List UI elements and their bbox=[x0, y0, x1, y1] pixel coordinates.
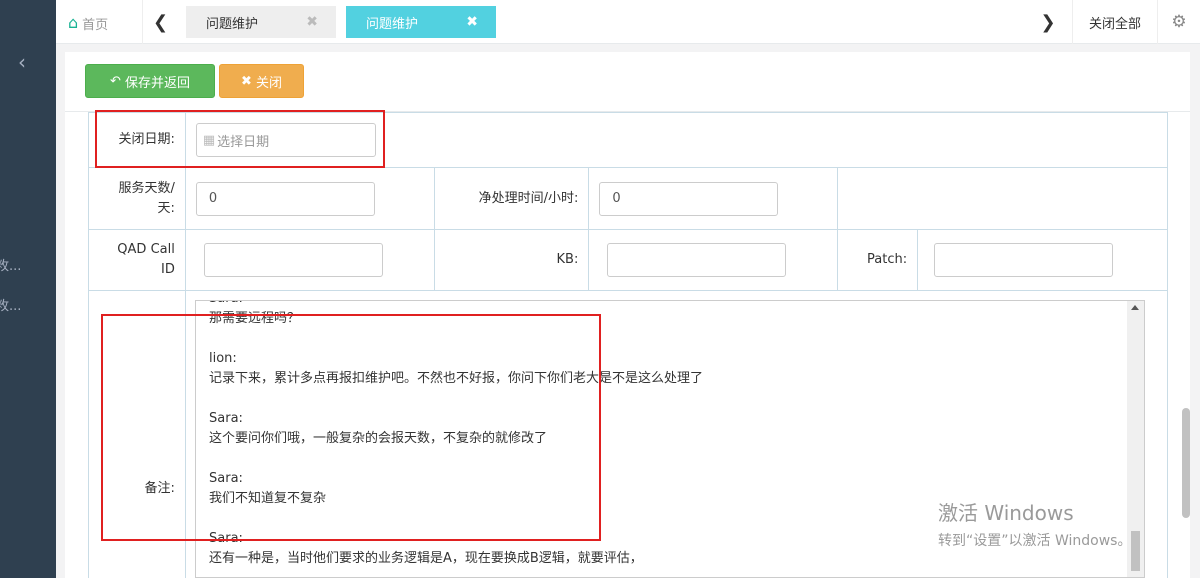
sidebar: ‹ 敉... 敉... bbox=[0, 0, 56, 578]
gear-icon[interactable]: ⚙ bbox=[1158, 0, 1200, 44]
remarks-label: 备注: bbox=[88, 290, 186, 578]
remarks-line: 记录下来，累计多点再报扣维护吧。不然也不好报，你问下你们老大是不是这么处理了 bbox=[209, 371, 704, 386]
remarks-line: Sara: bbox=[209, 301, 1109, 309]
close-button[interactable]: ✖ 关闭 bbox=[219, 64, 304, 98]
remarks-line: Sara: bbox=[209, 411, 243, 426]
tab-home[interactable]: ⌂ 首页 bbox=[68, 10, 108, 36]
remarks-line bbox=[209, 389, 1109, 409]
qad-call-id-input[interactable] bbox=[203, 243, 383, 277]
remarks-content: Sara: 那需要远程吗？ lion: 记录下来，累计多点再报扣维护吧。不然也不好报，… bbox=[209, 301, 1109, 569]
tab-scroll-left-button[interactable]: ❮ bbox=[142, 0, 178, 44]
net-hours-input[interactable]: 0 bbox=[599, 181, 779, 216]
remarks-line bbox=[209, 329, 1109, 349]
scrollbar-thumb[interactable] bbox=[1131, 531, 1140, 571]
close-label: 关闭 bbox=[255, 75, 282, 91]
close-date-placeholder: 选择日期 bbox=[217, 134, 270, 150]
chevron-left-icon[interactable]: ‹ bbox=[18, 50, 26, 74]
qad-call-id-label-line2: ID bbox=[160, 262, 175, 277]
main-panel: ↶ 保存并返回 ✖ 关闭 关闭日期: ▦ 选择日期 服务天数/ 天: 0 净处理… bbox=[65, 52, 1190, 578]
close-icon[interactable]: ✖ bbox=[306, 14, 318, 30]
qad-call-id-label: QAD Call ID bbox=[88, 229, 186, 291]
service-days-label-line2: 天: bbox=[157, 200, 175, 216]
page-scrollbar-thumb[interactable] bbox=[1182, 408, 1190, 518]
kb-input[interactable] bbox=[607, 243, 787, 277]
remarks-line: 那需要远程吗？ bbox=[209, 311, 301, 326]
service-days-label: 服务天数/ 天: bbox=[88, 167, 186, 230]
save-and-return-label: 保存并返回 bbox=[124, 75, 190, 91]
tab-issue-maintenance[interactable]: 问题维护 ✖ bbox=[186, 6, 336, 38]
tab-scroll-right-button[interactable]: ❯ bbox=[1030, 0, 1066, 44]
toolbar: ↶ 保存并返回 ✖ 关闭 bbox=[65, 52, 1190, 112]
tab-home-label: 首页 bbox=[82, 17, 109, 33]
remarks-textarea[interactable]: Sara: 那需要远程吗？ lion: 记录下来，累计多点再报扣维护吧。不然也不好报，… bbox=[195, 300, 1145, 578]
close-icon: ✖ bbox=[241, 73, 252, 89]
tab-bar: ⌂ 首页 ❮ 问题维护 ✖ 问题维护 ✖ ❯ 关闭全部 ⚙ bbox=[56, 0, 1200, 44]
close-date-label: 关闭日期: bbox=[88, 112, 186, 168]
remarks-line: 我们不知道复不复杂 bbox=[209, 491, 327, 506]
net-hours-label: 净处理时间/小时: bbox=[433, 167, 590, 230]
remarks-line: Sara: bbox=[209, 531, 243, 546]
reply-icon: ↶ bbox=[110, 73, 121, 89]
qad-call-id-label-line1: QAD Call bbox=[117, 242, 175, 257]
remarks-line bbox=[209, 509, 1109, 529]
tab-label: 问题维护 bbox=[366, 16, 419, 32]
close-date-input[interactable]: ▦ 选择日期 bbox=[195, 123, 376, 157]
patch-label: Patch: bbox=[837, 229, 919, 291]
sidebar-item[interactable]: 敉... bbox=[0, 255, 52, 274]
remarks-line: 这个要问你们哦，一般复杂的会报天数，不复杂的就修改了 bbox=[209, 431, 548, 446]
remarks-line: lion: bbox=[209, 351, 237, 366]
close-all-button[interactable]: 关闭全部 bbox=[1072, 0, 1158, 44]
patch-input[interactable] bbox=[934, 243, 1114, 277]
save-and-return-button[interactable]: ↶ 保存并返回 bbox=[85, 64, 215, 98]
remarks-line: Sara: bbox=[209, 471, 243, 486]
chevron-left-icon: ❮ bbox=[152, 11, 169, 33]
scroll-up-icon[interactable] bbox=[1131, 305, 1139, 310]
remarks-line: 还有一种是，当时他们要求的业务逻辑是A，现在要换成B逻辑，就要评估， bbox=[209, 551, 643, 566]
remarks-line bbox=[209, 449, 1109, 469]
tab-issue-maintenance-active[interactable]: 问题维护 ✖ bbox=[346, 6, 496, 38]
kb-label: KB: bbox=[433, 229, 590, 291]
service-days-label-line1: 服务天数/ bbox=[118, 180, 175, 196]
service-days-input[interactable]: 0 bbox=[195, 181, 375, 216]
remarks-scrollbar[interactable] bbox=[1127, 301, 1144, 577]
sidebar-item[interactable]: 敉... bbox=[0, 295, 52, 314]
home-icon: ⌂ bbox=[68, 13, 79, 32]
calendar-icon: ▦ bbox=[202, 132, 216, 148]
chevron-right-icon: ❯ bbox=[1040, 11, 1056, 33]
close-icon[interactable]: ✖ bbox=[466, 14, 478, 30]
tab-label: 问题维护 bbox=[206, 16, 259, 32]
